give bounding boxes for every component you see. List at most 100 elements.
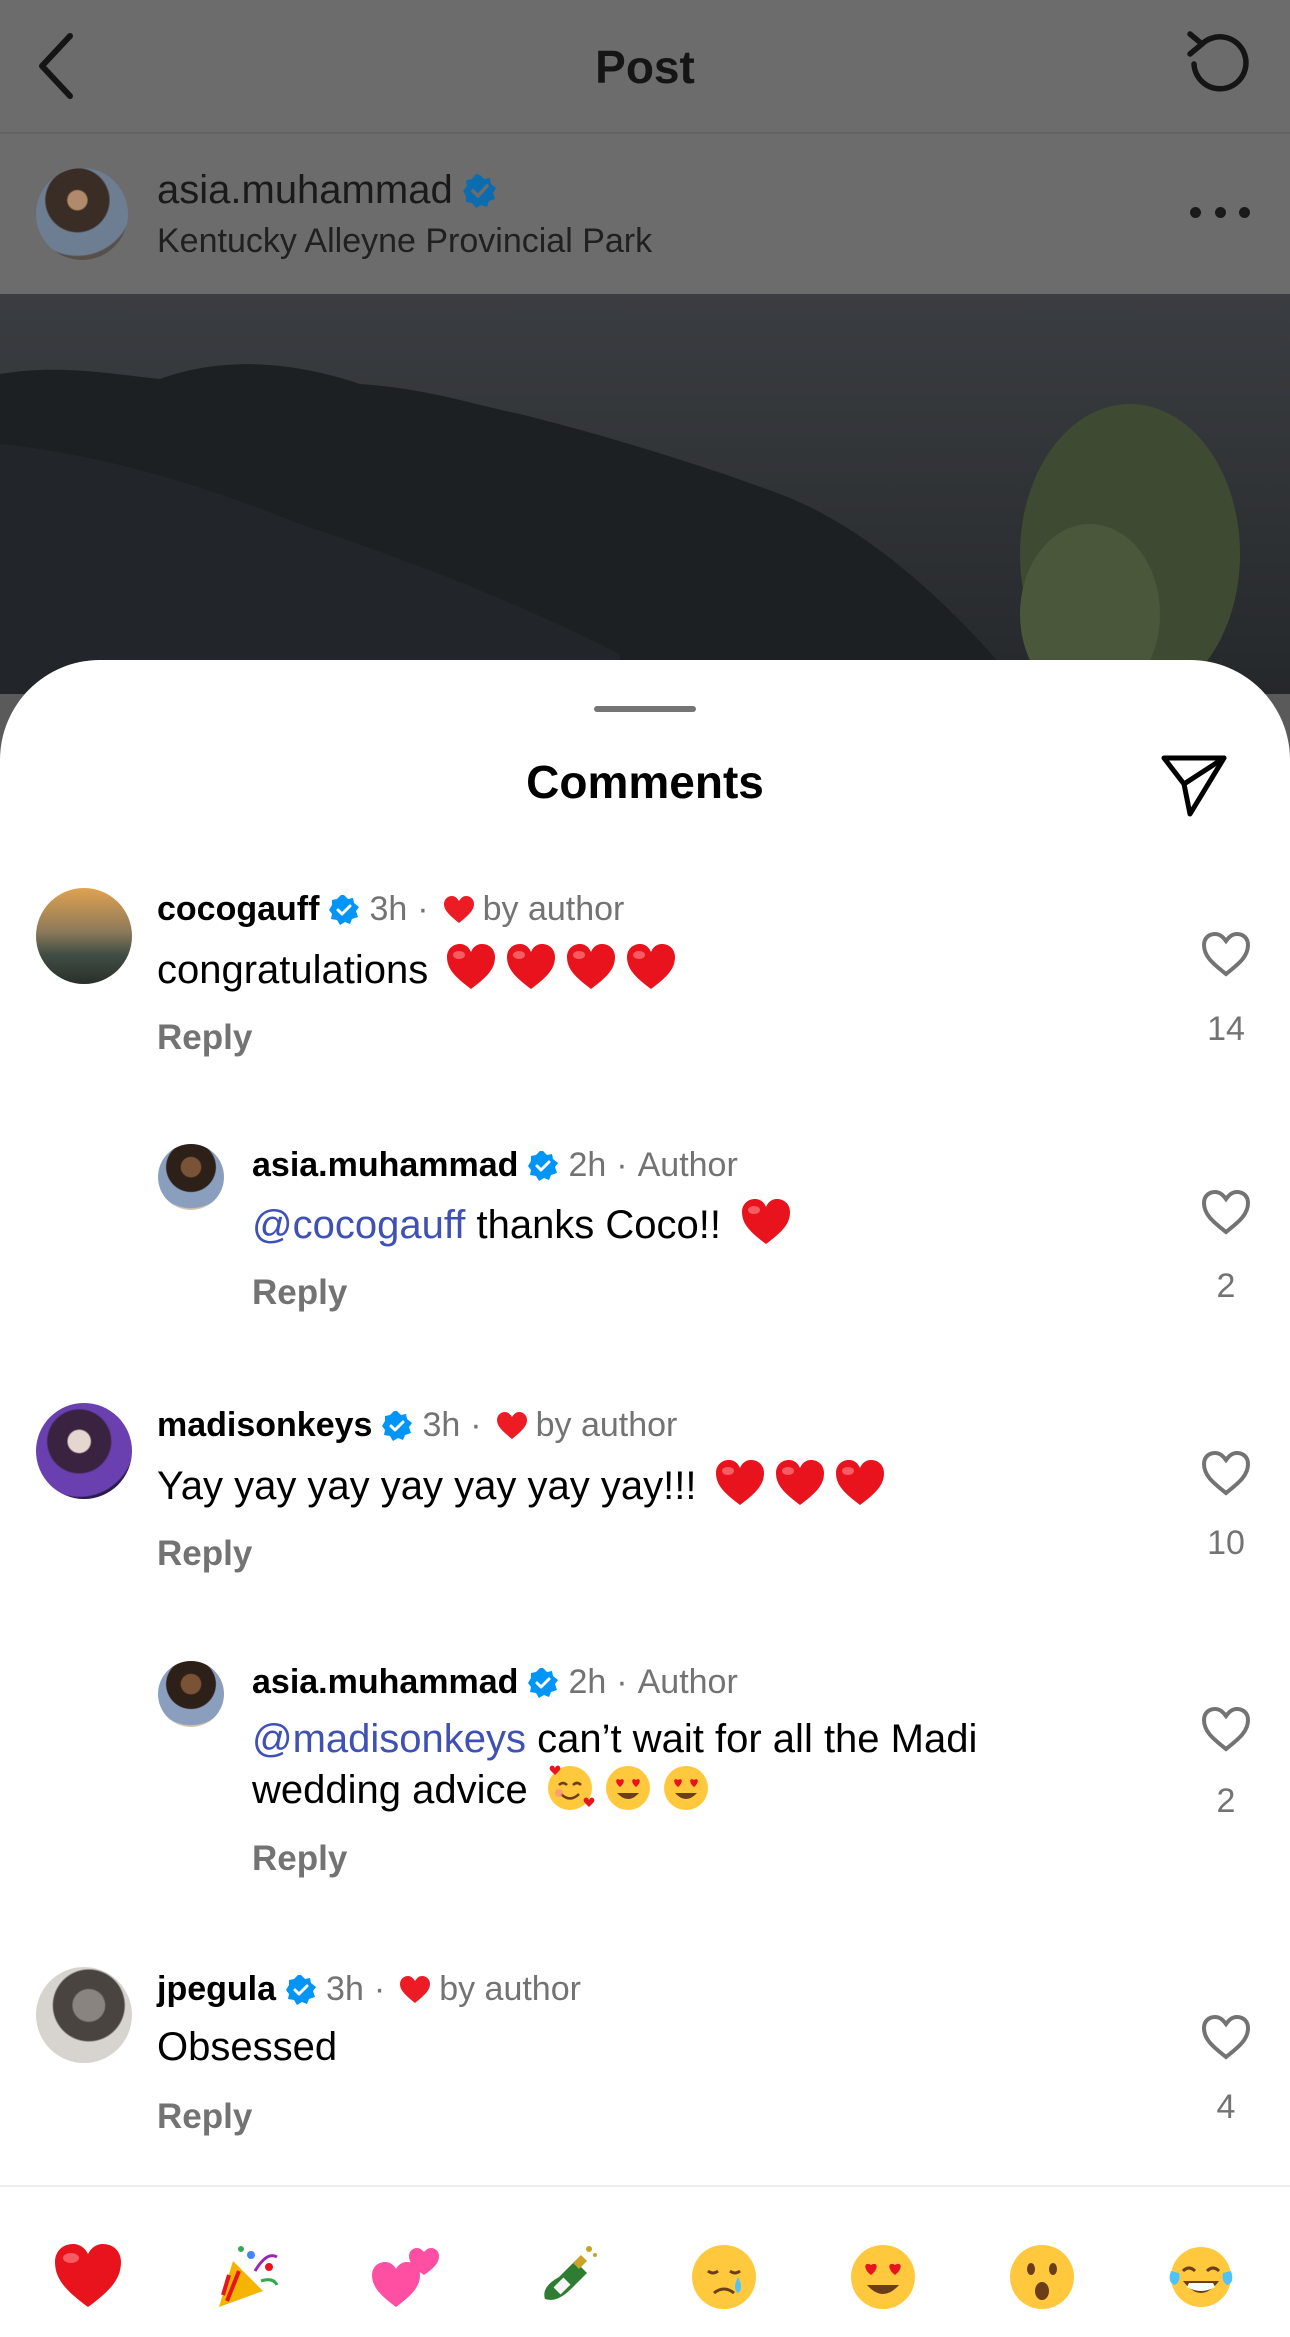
comment-username[interactable]: cocogauff xyxy=(157,890,319,929)
author-badge: Author xyxy=(637,1663,738,1701)
comment-username[interactable]: asia.muhammad xyxy=(252,1146,518,1185)
post-author-row: asia.muhammad Kentucky Alleyne Provincia… xyxy=(0,132,1290,294)
champagne-reaction-icon[interactable] xyxy=(527,2239,603,2315)
party-popper-reaction-icon[interactable] xyxy=(209,2239,285,2315)
comment-text-content: can’t wait for all the Madi xyxy=(526,1717,978,1761)
comment-text: Yay yay yay yay yay yay yay!!! xyxy=(157,1459,894,1510)
comment-text-content: wedding advice xyxy=(252,1768,528,1812)
comment-text-content: Yay yay yay yay yay yay yay!!! xyxy=(157,1464,697,1508)
red-heart-emoji-icon xyxy=(627,944,676,989)
tears-of-joy-reaction-icon[interactable] xyxy=(1163,2239,1239,2315)
like-count: 2 xyxy=(1216,1782,1236,1820)
heart-outline-icon[interactable] xyxy=(1200,930,1252,978)
red-heart-reaction-icon[interactable] xyxy=(50,2239,126,2315)
comment-header: madisonkeys 3h · by author xyxy=(157,1406,677,1445)
verified-icon xyxy=(382,1410,413,1441)
reply-button[interactable]: Reply xyxy=(157,1534,252,1574)
comment-item: madisonkeys 3h · by author Yay yay yay y… xyxy=(0,1397,1290,1597)
sheet-title: Comments xyxy=(526,756,764,808)
comment-reply-item: asia.muhammad 2h · Author @cocogauff tha… xyxy=(0,1140,1290,1340)
avatar[interactable] xyxy=(158,1144,224,1210)
surprised-face-reaction-icon[interactable] xyxy=(1004,2239,1080,2315)
sheet-grabber[interactable] xyxy=(594,706,696,712)
post-username[interactable]: asia.muhammad xyxy=(157,168,497,213)
mention-link[interactable]: @cocogauff xyxy=(252,1203,465,1247)
crying-face-reaction-icon[interactable] xyxy=(686,2239,762,2315)
mention-link[interactable]: @madisonkeys xyxy=(252,1717,526,1761)
like-count: 14 xyxy=(1207,1010,1245,1048)
heart-eyes-emoji-icon xyxy=(605,1766,650,1810)
red-heart-emoji-icon xyxy=(715,1460,764,1505)
red-heart-emoji-icon xyxy=(742,1199,791,1244)
separator-dot: · xyxy=(417,890,429,928)
avatar[interactable] xyxy=(36,888,132,984)
red-heart-emoji-icon xyxy=(447,944,496,989)
separator-dot: · xyxy=(616,1663,628,1701)
post-username-text: asia.muhammad xyxy=(157,168,453,212)
smiling-face-with-hearts-emoji-icon xyxy=(547,1765,595,1810)
liked-by-author-badge: by author xyxy=(439,1970,581,2008)
send-icon[interactable] xyxy=(1158,748,1230,820)
avatar[interactable] xyxy=(36,1403,132,1499)
refresh-icon[interactable] xyxy=(1180,26,1256,102)
reply-button[interactable]: Reply xyxy=(252,1839,347,1879)
author-badge: Author xyxy=(637,1146,738,1184)
red-heart-emoji-icon xyxy=(507,944,556,989)
comment-time: 3h xyxy=(422,1406,461,1444)
heart-icon xyxy=(496,1411,527,1439)
like-count: 2 xyxy=(1216,1267,1236,1305)
avatar[interactable] xyxy=(158,1661,224,1727)
heart-outline-icon[interactable] xyxy=(1200,2013,1252,2061)
comment-text-content: thanks Coco!! xyxy=(465,1203,722,1247)
verified-icon xyxy=(528,1150,559,1181)
red-heart-emoji-icon xyxy=(567,944,616,989)
comment-time: 2h xyxy=(568,1146,607,1184)
comment-item: jpegula 3h · by author Obsessed Reply 4 xyxy=(0,1963,1290,2163)
comment-text: @madisonkeys can’t wait for all the Madi xyxy=(252,1715,977,1763)
avatar[interactable] xyxy=(36,1967,132,2063)
comment-username[interactable]: jpegula xyxy=(157,1970,276,2009)
verified-icon xyxy=(329,894,360,925)
heart-outline-icon[interactable] xyxy=(1200,1705,1252,1753)
two-hearts-reaction-icon[interactable] xyxy=(368,2239,444,2315)
avatar[interactable] xyxy=(36,168,128,260)
red-heart-emoji-icon xyxy=(775,1460,824,1505)
heart-icon xyxy=(443,895,474,923)
quick-reaction-bar xyxy=(0,2185,1290,2337)
comment-item: cocogauff 3h · by author congratulations… xyxy=(0,880,1290,1080)
comment-username[interactable]: madisonkeys xyxy=(157,1406,372,1445)
like-count: 4 xyxy=(1216,2088,1236,2126)
heart-icon xyxy=(400,1975,431,2003)
reply-button[interactable]: Reply xyxy=(157,2097,252,2137)
comment-header: jpegula 3h · by author xyxy=(157,1970,581,2009)
comment-header: cocogauff 3h · by author xyxy=(157,890,624,929)
top-bar: Post xyxy=(0,0,1290,132)
comment-text: congratulations xyxy=(157,943,685,994)
comment-time: 3h xyxy=(326,1970,364,2008)
separator-dot: · xyxy=(616,1146,628,1184)
mountain-photo xyxy=(0,364,1240,694)
comment-time: 2h xyxy=(568,1663,607,1701)
post-image xyxy=(0,294,1290,694)
heart-outline-icon[interactable] xyxy=(1200,1449,1252,1497)
comment-text-content: congratulations xyxy=(157,948,429,992)
heart-eyes-emoji-icon xyxy=(663,1766,708,1810)
reply-button[interactable]: Reply xyxy=(157,1018,252,1058)
comment-header: asia.muhammad 2h · Author xyxy=(252,1146,738,1185)
reply-button[interactable]: Reply xyxy=(252,1273,347,1313)
comment-time: 3h xyxy=(369,890,408,928)
heart-eyes-reaction-icon[interactable] xyxy=(845,2239,921,2315)
red-heart-emoji-icon xyxy=(835,1460,884,1505)
like-count: 10 xyxy=(1207,1524,1245,1562)
more-horizontal-icon[interactable] xyxy=(1190,192,1250,232)
verified-icon xyxy=(528,1667,559,1698)
post-location[interactable]: Kentucky Alleyne Provincial Park xyxy=(157,222,652,261)
verified-icon xyxy=(462,173,496,208)
liked-by-author-badge: by author xyxy=(535,1406,678,1444)
verified-icon xyxy=(286,1974,317,2005)
separator-dot: · xyxy=(470,1406,482,1444)
heart-outline-icon[interactable] xyxy=(1200,1188,1252,1236)
comment-username[interactable]: asia.muhammad xyxy=(252,1663,518,1702)
page-title: Post xyxy=(595,41,695,93)
separator-dot: · xyxy=(373,1970,386,2008)
